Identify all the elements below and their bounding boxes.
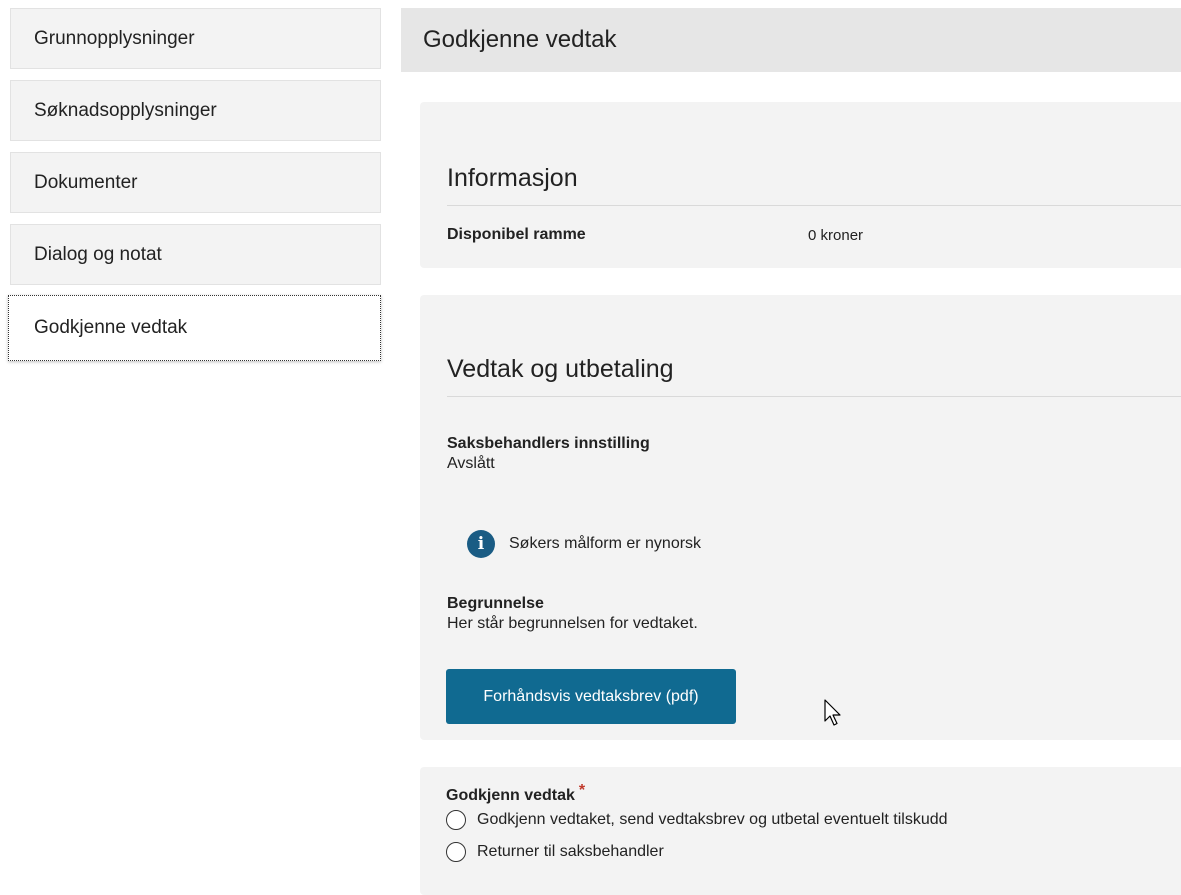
radio-option-godkjenn[interactable]: Godkjenn vedtaket, send vedtaksbrev og u…: [446, 810, 948, 830]
main-content: Godkjenne vedtak Informasjon Disponibel …: [401, 8, 1181, 895]
sidebar-item-grunnopplysninger[interactable]: Grunnopplysninger: [10, 8, 381, 69]
vedtak-title: Vedtak og utbetaling: [447, 355, 674, 383]
sidebar-item-label: Søknadsopplysninger: [34, 99, 217, 121]
sidebar-item-label: Dialog og notat: [34, 243, 162, 265]
begrunnelse: Begrunnelse Her står begrunnelsen for ve…: [447, 595, 698, 633]
radio-label: Returner til saksbehandler: [477, 843, 664, 860]
radio-button[interactable]: [446, 810, 466, 830]
mouse-cursor-icon: [824, 699, 841, 726]
sidebar-item-label: Dokumenter: [34, 171, 138, 193]
sidebar-nav: Grunnopplysninger Søknadsopplysninger Do…: [8, 8, 381, 372]
preview-pdf-button[interactable]: Forhåndsvis vedtaksbrev (pdf): [446, 669, 736, 724]
notice-text: Søkers målform er nynorsk: [509, 535, 702, 552]
required-marker: *: [578, 782, 586, 799]
page-header: Godkjenne vedtak: [401, 8, 1181, 72]
godkjenn-panel: Godkjenn vedtak * Godkjenn vedtaket, send…: [420, 767, 1181, 895]
informasjon-title: Informasjon: [447, 164, 578, 192]
begrunnelse-label: Begrunnelse: [447, 595, 544, 612]
vedtak-panel: Vedtak og utbetaling Saksbehandlers inns…: [420, 295, 1181, 740]
sidebar-item-soknadsopplysninger[interactable]: Søknadsopplysninger: [10, 80, 381, 141]
innstilling-value: Avslått: [447, 455, 495, 472]
sidebar-item-dialog-og-notat[interactable]: Dialog og notat: [10, 224, 381, 285]
section-divider: [447, 205, 1181, 206]
radio-button[interactable]: [446, 842, 466, 862]
radio-option-returner[interactable]: Returner til saksbehandler: [446, 842, 664, 862]
godkjenn-vedtak-label: Godkjenn vedtak *: [446, 782, 585, 805]
info-icon: i: [467, 530, 495, 558]
saksbehandlers-innstilling: Saksbehandlers innstilling Avslått: [447, 435, 650, 473]
begrunnelse-value: Her står begrunnelsen for vedtaket.: [447, 615, 698, 632]
page-title: Godkjenne vedtak: [423, 26, 617, 53]
sidebar-item-dokumenter[interactable]: Dokumenter: [10, 152, 381, 213]
page: Grunnopplysninger Søknadsopplysninger Do…: [0, 0, 1181, 895]
sidebar-item-label: Grunnopplysninger: [34, 27, 195, 49]
disponibel-ramme-label: Disponibel ramme: [447, 226, 586, 243]
disponibel-ramme-value: 0 kroner: [808, 227, 864, 244]
radio-label: Godkjenn vedtaket, send vedtaksbrev og u…: [477, 811, 948, 828]
sidebar-item-godkjenne-vedtak[interactable]: Godkjenne vedtak: [8, 295, 381, 361]
informasjon-panel: Informasjon Disponibel ramme 0 kroner: [420, 102, 1181, 268]
sidebar-item-label: Godkjenne vedtak: [34, 317, 188, 338]
godkjenn-label-text: Godkjenn vedtak: [446, 787, 575, 804]
malform-notice: i Søkers målform er nynorsk: [467, 530, 701, 558]
section-divider: [447, 396, 1181, 397]
innstilling-label: Saksbehandlers innstilling: [447, 435, 650, 452]
